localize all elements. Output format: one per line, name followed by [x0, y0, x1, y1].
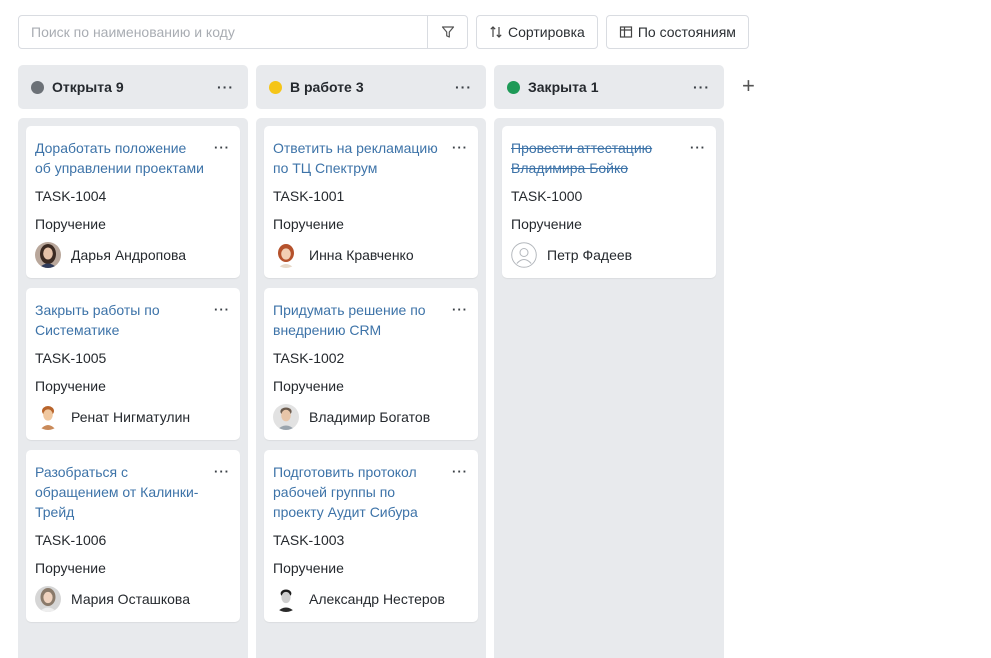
column-0: Открыта 9 ··· Доработать положение об уп… — [18, 65, 248, 658]
card-menu-icon[interactable]: ··· — [452, 138, 468, 155]
status-dot-icon — [31, 80, 44, 94]
assignee-name: Инна Кравченко — [309, 247, 414, 263]
task-code: TASK-1006 — [35, 532, 107, 548]
avatar — [35, 586, 61, 612]
sort-icon — [490, 26, 502, 38]
toolbar: Сортировка По состояниям — [18, 15, 749, 49]
task-card[interactable]: Закрыть работы по Систематике ··· TASK-1… — [26, 288, 240, 440]
task-title-link[interactable]: Придумать решение по внедрению CRM — [273, 300, 452, 340]
assignee: Инна Кравченко — [273, 242, 468, 268]
kanban-board: Открыта 9 ··· Доработать положение об уп… — [18, 65, 732, 658]
task-title-link[interactable]: Закрыть работы по Систематике — [35, 300, 214, 340]
avatar — [35, 242, 61, 268]
assignee: Мария Осташкова — [35, 586, 230, 612]
search-box — [18, 15, 468, 49]
column-body: Доработать положение об управлении проек… — [18, 118, 248, 658]
column-count: 3 — [355, 79, 364, 95]
column-title: Закрыта — [528, 79, 587, 95]
column-count: 1 — [590, 79, 599, 95]
task-code: TASK-1001 — [273, 188, 345, 204]
sort-button[interactable]: Сортировка — [476, 15, 598, 49]
card-menu-icon[interactable]: ··· — [214, 462, 230, 479]
avatar — [273, 586, 299, 612]
card-menu-icon[interactable]: ··· — [452, 462, 468, 479]
task-card[interactable]: Разобраться с обращением от Калинки-Трей… — [26, 450, 240, 622]
avatar — [511, 242, 537, 268]
task-type: Поручение — [273, 216, 344, 232]
avatar — [35, 404, 61, 430]
assignee: Владимир Богатов — [273, 404, 468, 430]
card-menu-icon[interactable]: ··· — [690, 138, 706, 155]
assignee: Александр Нестеров — [273, 586, 468, 612]
add-column-button[interactable]: + — [742, 75, 755, 97]
task-type: Поручение — [35, 560, 106, 576]
column-header: В работе 3 ··· — [256, 65, 486, 109]
task-card[interactable]: Придумать решение по внедрению CRM ··· T… — [264, 288, 478, 440]
task-type: Поручение — [35, 378, 106, 394]
status-dot-icon — [269, 80, 282, 94]
group-by-status-label: По состояниям — [637, 24, 736, 40]
task-code: TASK-1003 — [273, 532, 345, 548]
assignee-name: Петр Фадеев — [547, 247, 633, 263]
task-card[interactable]: Ответить на рекламацию по ТЦ Спектрум ··… — [264, 126, 478, 278]
assignee: Ренат Нигматулин — [35, 404, 230, 430]
column-1: В работе 3 ··· Ответить на рекламацию по… — [256, 65, 486, 658]
column-title: Открыта — [52, 79, 112, 95]
task-code: TASK-1004 — [35, 188, 107, 204]
assignee-name: Дарья Андропова — [71, 247, 187, 263]
task-title-link[interactable]: Провести аттестацию Владимира Бойко — [511, 138, 690, 178]
assignee-name: Владимир Богатов — [309, 409, 431, 425]
column-count: 9 — [115, 79, 124, 95]
task-code: TASK-1002 — [273, 350, 345, 366]
task-code: TASK-1000 — [511, 188, 583, 204]
assignee: Дарья Андропова — [35, 242, 230, 268]
card-menu-icon[interactable]: ··· — [452, 300, 468, 317]
avatar — [273, 404, 299, 430]
group-by-status-button[interactable]: По состояниям — [605, 15, 749, 49]
column-menu-icon[interactable]: ··· — [217, 80, 234, 94]
avatar — [273, 242, 299, 268]
sort-label: Сортировка — [508, 24, 585, 40]
task-type: Поручение — [273, 378, 344, 394]
assignee-name: Ренат Нигматулин — [71, 409, 191, 425]
column-2: Закрыта 1 ··· Провести аттестацию Владим… — [494, 65, 724, 658]
column-header: Закрыта 1 ··· — [494, 65, 724, 109]
assignee-name: Александр Нестеров — [309, 591, 445, 607]
column-body: Провести аттестацию Владимира Бойко ··· … — [494, 118, 724, 658]
task-type: Поручение — [511, 216, 582, 232]
column-menu-icon[interactable]: ··· — [455, 80, 472, 94]
search-input[interactable] — [19, 16, 427, 48]
assignee-name: Мария Осташкова — [71, 591, 190, 607]
filter-icon — [441, 26, 454, 38]
task-title-link[interactable]: Разобраться с обращением от Калинки-Трей… — [35, 462, 214, 522]
task-type: Поручение — [273, 560, 344, 576]
card-menu-icon[interactable]: ··· — [214, 300, 230, 317]
status-dot-icon — [507, 80, 520, 94]
task-title-link[interactable]: Ответить на рекламацию по ТЦ Спектрум — [273, 138, 452, 178]
task-card[interactable]: Провести аттестацию Владимира Бойко ··· … — [502, 126, 716, 278]
task-code: TASK-1005 — [35, 350, 107, 366]
column-menu-icon[interactable]: ··· — [693, 80, 710, 94]
column-header: Открыта 9 ··· — [18, 65, 248, 109]
columns-icon — [619, 26, 632, 38]
column-body: Ответить на рекламацию по ТЦ Спектрум ··… — [256, 118, 486, 658]
task-card[interactable]: Подготовить протокол рабочей группы по п… — [264, 450, 478, 622]
filter-button[interactable] — [427, 16, 467, 48]
task-type: Поручение — [35, 216, 106, 232]
task-title-link[interactable]: Доработать положение об управлении проек… — [35, 138, 214, 178]
column-title: В работе — [290, 79, 352, 95]
task-title-link[interactable]: Подготовить протокол рабочей группы по п… — [273, 462, 452, 522]
task-card[interactable]: Доработать положение об управлении проек… — [26, 126, 240, 278]
assignee: Петр Фадеев — [511, 242, 706, 268]
card-menu-icon[interactable]: ··· — [214, 138, 230, 155]
